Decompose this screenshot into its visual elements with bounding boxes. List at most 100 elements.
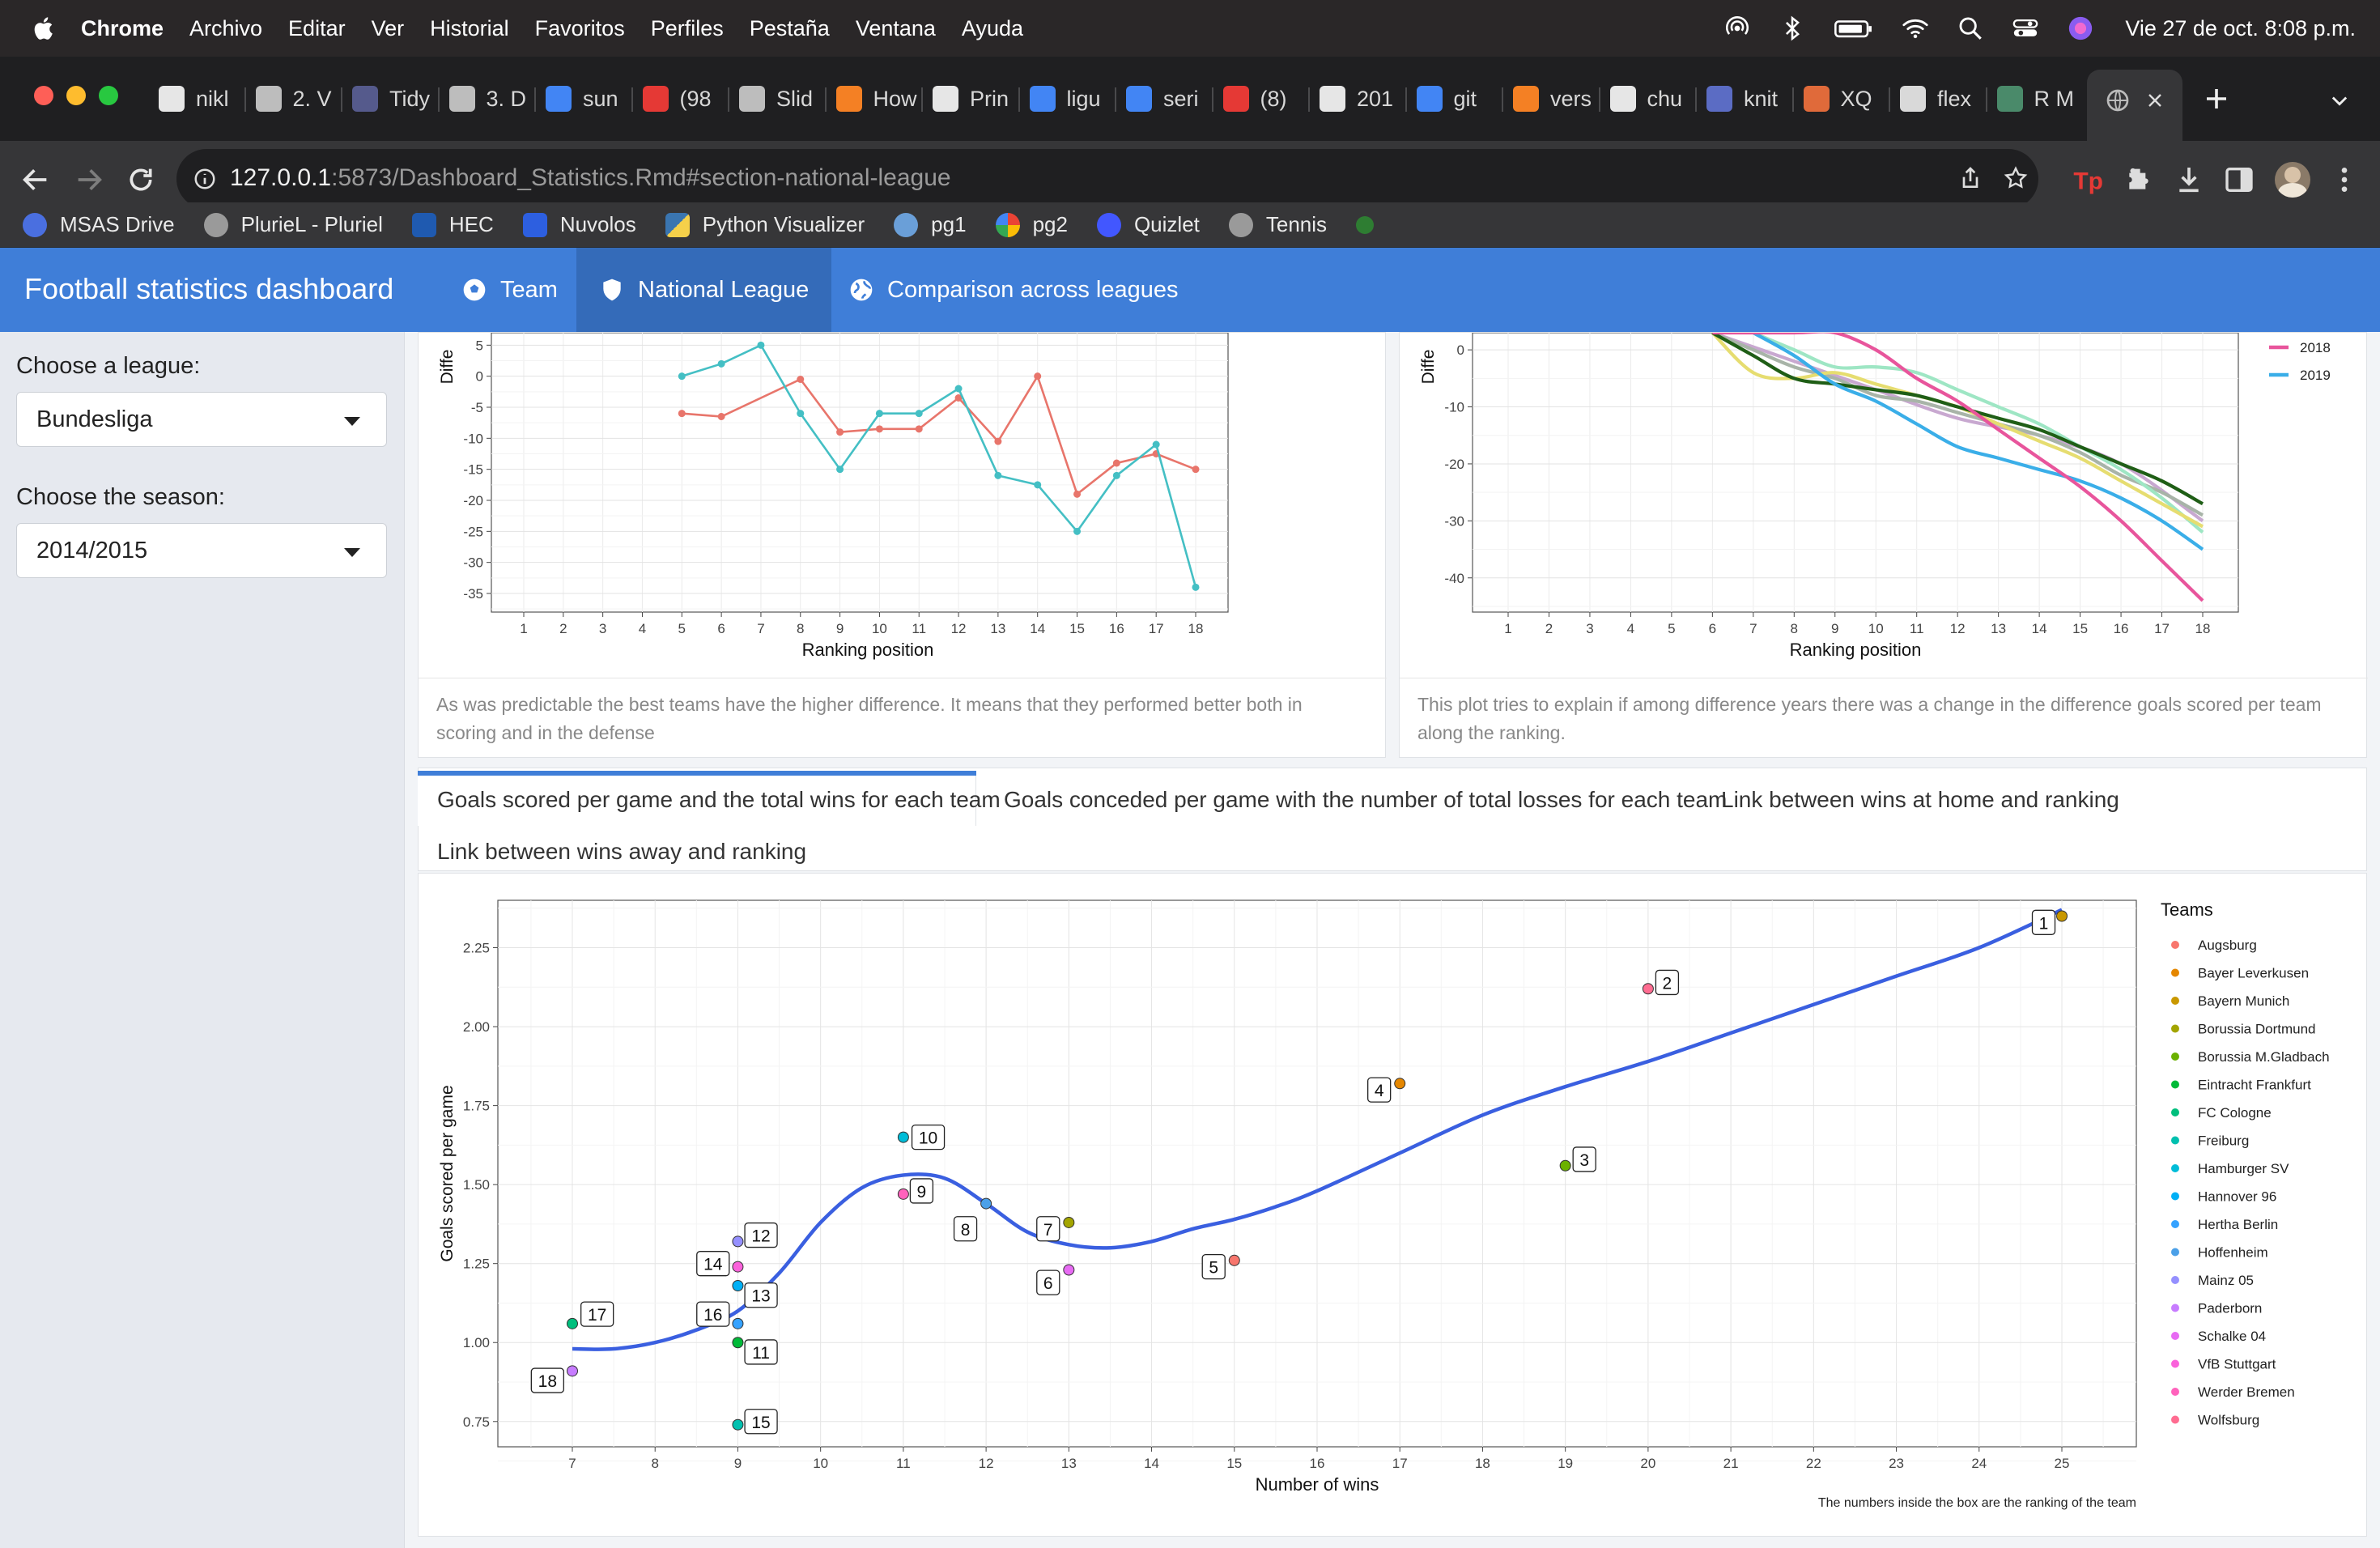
bookmark-extra[interactable]	[1356, 215, 1387, 234]
browser-tab[interactable]: sun	[546, 71, 631, 126]
menu-favoritos[interactable]: Favoritos	[535, 16, 625, 41]
browser-tab[interactable]: 3. D	[448, 71, 535, 126]
soccer-ball-icon	[463, 279, 486, 301]
team-point	[897, 1188, 909, 1200]
bookmark-tennis[interactable]: Tennis	[1228, 212, 1327, 237]
season-select[interactable]: 2014/2015	[16, 523, 387, 578]
control-center-icon[interactable]	[2012, 15, 2039, 42]
browser-tab[interactable]: How	[835, 71, 922, 126]
share-icon[interactable]	[1957, 165, 1983, 191]
tab-search-chevron-icon[interactable]	[2328, 89, 2351, 112]
x-tick-label: 7	[757, 621, 764, 636]
tab-wins-away[interactable]: Link between wins away and ranking	[437, 839, 806, 865]
back-arrow-icon[interactable]	[19, 164, 52, 196]
browser-tab[interactable]: 201	[1320, 71, 1405, 126]
side-panel-icon[interactable]	[2223, 164, 2255, 196]
minimize-window-button[interactable]	[66, 86, 86, 105]
bookmark-msas-drive[interactable]: MSAS Drive	[23, 212, 175, 237]
bookmark-nuvolos[interactable]: Nuvolos	[522, 212, 636, 237]
nav-comparison[interactable]: Comparison across leagues	[826, 248, 1201, 332]
active-tab[interactable]	[2087, 70, 2182, 141]
y-tick-label: 1.25	[463, 1257, 490, 1272]
x-tick-label: 1	[1504, 621, 1511, 636]
browser-tab[interactable]: flex	[1900, 71, 1986, 126]
bookmark-quizlet[interactable]: Quizlet	[1096, 212, 1200, 237]
browser-tab[interactable]: vers	[1513, 71, 1599, 126]
nav-comparison-label: Comparison across leagues	[887, 276, 1179, 303]
close-window-button[interactable]	[34, 86, 53, 105]
browser-tab[interactable]: Tidy	[352, 71, 438, 126]
bookmark-python-visualizer[interactable]: Python Visualizer	[665, 212, 865, 237]
browser-tab[interactable]: ligu	[1029, 71, 1116, 126]
x-tick-label: 12	[1950, 621, 1966, 636]
nav-national-league[interactable]: National League	[576, 248, 832, 332]
menu-pestana[interactable]: Pestaña	[750, 16, 830, 41]
browser-tab[interactable]: Prin	[933, 71, 1018, 126]
zoom-window-button[interactable]	[99, 86, 118, 105]
kebab-menu-icon[interactable]	[2328, 164, 2361, 196]
legend-label: Hoffenheim	[2198, 1245, 2268, 1261]
menu-historial[interactable]: Historial	[430, 16, 509, 41]
menu-archivo[interactable]: Archivo	[189, 16, 262, 41]
url-path: :5873/Dashboard_Statistics.Rmd#section-n…	[331, 164, 951, 191]
bookmark-pg2[interactable]: pg2	[995, 212, 1068, 237]
browser-tab[interactable]: R M	[1996, 71, 2083, 126]
profile-avatar[interactable]	[2275, 162, 2310, 198]
rank-label: 13	[751, 1287, 770, 1306]
browser-tab[interactable]: chu	[1609, 71, 1696, 126]
menu-app-name[interactable]: Chrome	[81, 16, 164, 41]
browser-tab[interactable]: 2. V	[255, 71, 342, 126]
apple-icon[interactable]	[31, 15, 58, 42]
tab-title: chu	[1647, 86, 1683, 111]
browser-tab[interactable]: (8)	[1222, 71, 1309, 126]
reload-icon[interactable]	[125, 164, 157, 196]
bookmark-star-icon[interactable]	[2003, 165, 2029, 191]
bookmark-pg1[interactable]: pg1	[894, 212, 967, 237]
tab-title: Prin	[970, 86, 1009, 111]
bookmark-hec[interactable]: HEC	[411, 212, 494, 237]
tab-goals-scored[interactable]: Goals scored per game and the total wins…	[437, 787, 1001, 813]
y-tick-label: -20	[1444, 457, 1464, 472]
tab-separator	[437, 87, 440, 112]
browser-tab[interactable]: nikl	[159, 71, 244, 126]
data-point	[1073, 527, 1082, 535]
airdrop-icon[interactable]	[1723, 15, 1751, 42]
menu-perfiles[interactable]: Perfiles	[651, 16, 724, 41]
spotlight-search-icon[interactable]	[1957, 15, 1984, 42]
extensions-puzzle-icon[interactable]	[2123, 164, 2155, 196]
battery-icon[interactable]	[1834, 15, 1874, 42]
browser-tab[interactable]: seri	[1126, 71, 1212, 126]
app-brand[interactable]: Football statistics dashboard	[24, 272, 393, 306]
site-info-icon[interactable]	[193, 167, 217, 191]
tab-wins-home[interactable]: Link between wins at home and ranking	[1721, 787, 2119, 813]
browser-tab[interactable]: (98	[642, 71, 729, 126]
browser-tab[interactable]: knit	[1706, 71, 1792, 126]
download-icon[interactable]	[2173, 164, 2205, 196]
forward-arrow-icon[interactable]	[73, 164, 105, 196]
tab-separator	[728, 87, 729, 112]
nav-team[interactable]: Team	[439, 248, 580, 332]
bluetooth-icon[interactable]	[1779, 15, 1806, 42]
tp-extension-icon[interactable]: Tp	[2071, 164, 2103, 196]
menu-editar[interactable]: Editar	[288, 16, 346, 41]
browser-tab[interactable]: git	[1416, 71, 1502, 126]
clock[interactable]: Vie 27 de oct. 8:08 p.m.	[2125, 16, 2356, 41]
menu-ventana[interactable]: Ventana	[856, 16, 936, 41]
wifi-icon[interactable]	[1902, 15, 1929, 42]
legend-label: Freiburg	[2198, 1133, 2249, 1149]
data-point	[994, 471, 1002, 479]
y-tick-label: 2.00	[463, 1019, 490, 1035]
league-select[interactable]: Bundesliga	[16, 392, 387, 447]
close-tab-icon[interactable]	[2145, 91, 2165, 110]
tab-separator	[1115, 87, 1116, 112]
address-bar[interactable]: 127.0.0.1:5873/Dashboard_Statistics.Rmd#…	[176, 149, 2038, 209]
legend-swatch	[2171, 941, 2179, 949]
browser-tab[interactable]: XQ	[1803, 71, 1889, 126]
siri-icon[interactable]	[2067, 15, 2094, 42]
tab-goals-conceded[interactable]: Goals conceded per game with the number …	[1004, 787, 1727, 813]
menu-ver[interactable]: Ver	[372, 16, 405, 41]
bookmark-pluriel[interactable]: PlurieL - Pluriel	[203, 212, 383, 237]
browser-tab[interactable]: Slid	[739, 71, 825, 126]
menu-ayuda[interactable]: Ayuda	[962, 16, 1023, 41]
new-tab-icon[interactable]	[2202, 84, 2231, 113]
